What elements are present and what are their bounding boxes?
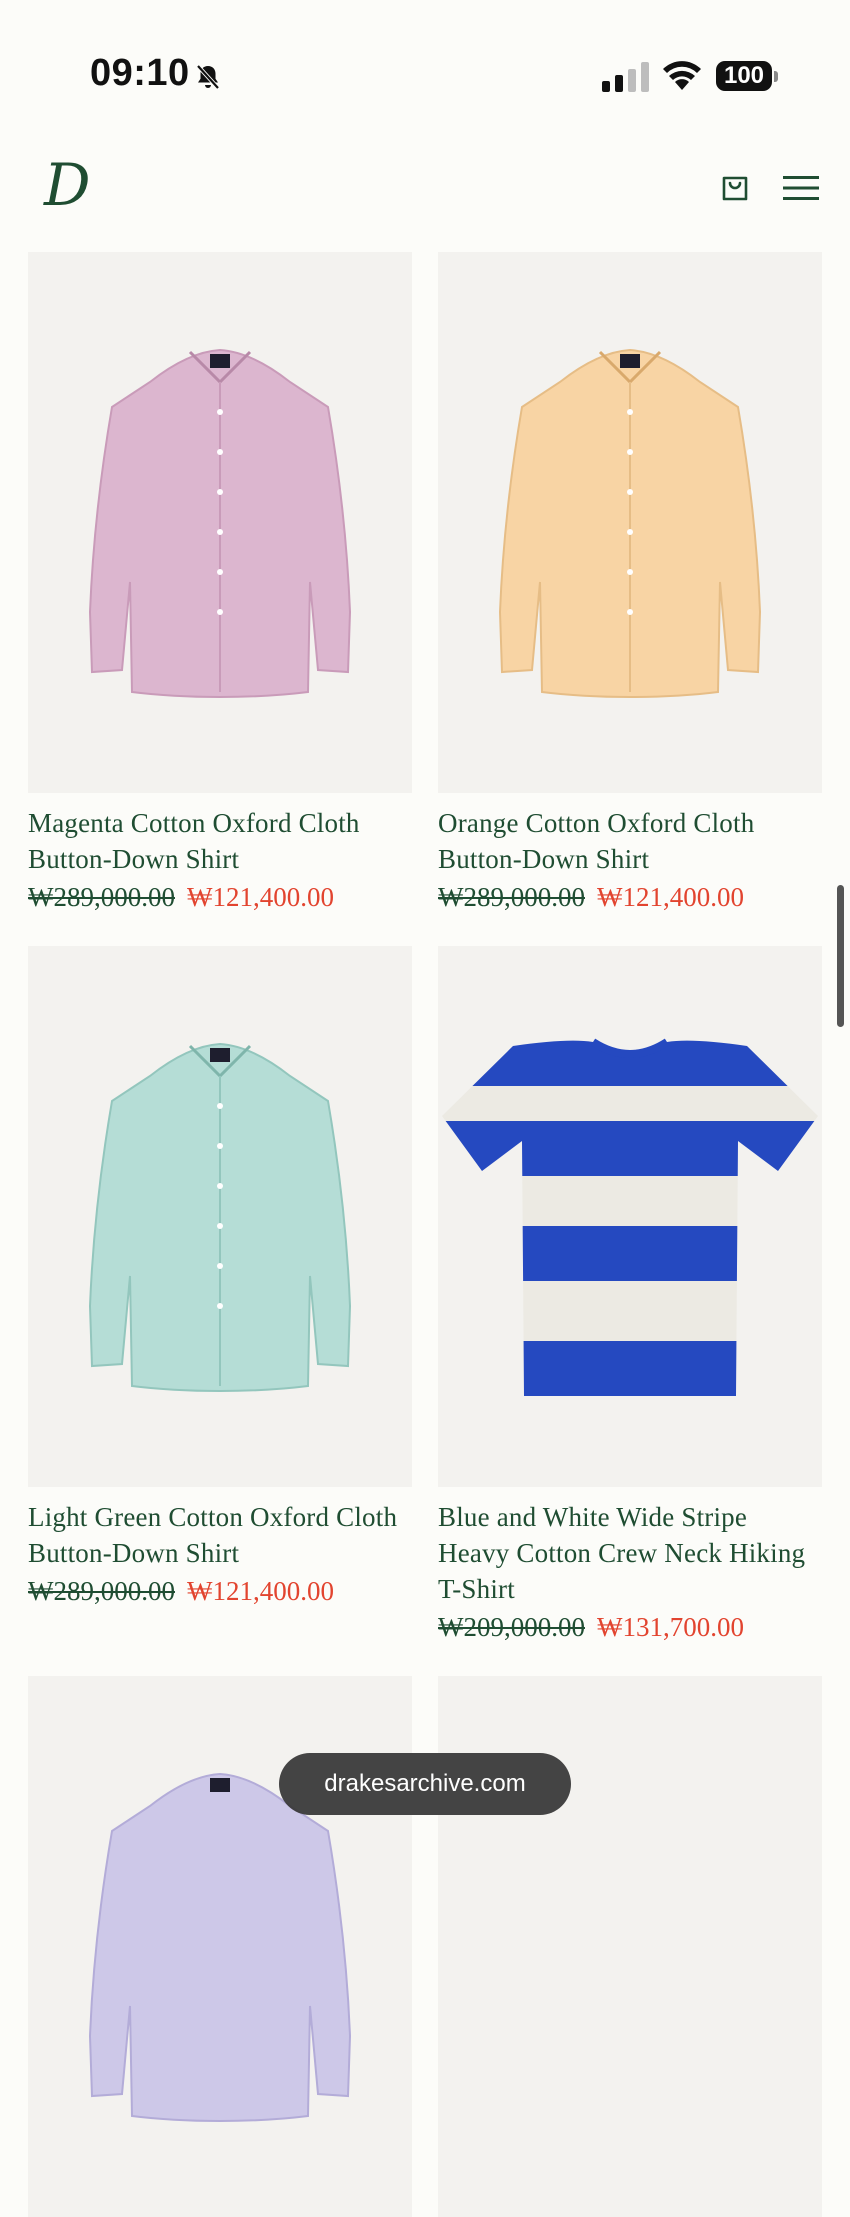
status-bar: 09:10 100 [0,0,850,110]
wifi-icon [663,61,701,90]
product-card[interactable]: Orange Cotton Oxford Cloth Button-Down S… [438,252,822,915]
original-price: ₩289,000.00 [438,882,585,912]
product-image[interactable] [28,946,412,1487]
product-name[interactable]: Magenta Cotton Oxford Cloth Button-Down … [28,805,412,877]
sale-price: ₩121,400.00 [186,882,334,912]
shopping-bag-icon[interactable] [720,173,750,203]
original-price: ₩209,000.00 [438,1612,585,1642]
cellular-signal-icon [602,62,649,92]
bell-muted-icon [196,64,220,90]
product-name[interactable]: Blue and White Wide Stripe Heavy Cotton … [438,1499,822,1607]
status-time: 09:10 [90,52,190,94]
site-logo[interactable]: D [44,155,91,215]
product-card[interactable]: Magenta Cotton Oxford Cloth Button-Down … [28,252,412,915]
product-prices: ₩289,000.00 ₩121,400.00 [438,879,822,915]
hamburger-menu-icon[interactable] [783,173,819,203]
original-price: ₩289,000.00 [28,882,175,912]
product-prices: ₩289,000.00 ₩121,400.00 [28,1573,412,1609]
sale-price: ₩121,400.00 [186,1576,334,1606]
product-prices: ₩209,000.00 ₩131,700.00 [438,1609,822,1645]
product-prices: ₩289,000.00 ₩121,400.00 [28,879,412,915]
sale-price: ₩121,400.00 [596,882,744,912]
product-image[interactable] [438,252,822,793]
product-image[interactable] [28,252,412,793]
original-price: ₩289,000.00 [28,1576,175,1606]
site-header: D [0,145,850,230]
sale-price: ₩131,700.00 [596,1612,744,1642]
scroll-indicator[interactable] [837,885,844,1027]
product-card[interactable]: Light Green Cotton Oxford Cloth Button-D… [28,946,412,1609]
product-card[interactable]: Blue and White Wide Stripe Heavy Cotton … [438,946,822,1645]
product-name[interactable]: Light Green Cotton Oxford Cloth Button-D… [28,1499,412,1571]
product-name[interactable]: Orange Cotton Oxford Cloth Button-Down S… [438,805,822,877]
battery-level: 100 [716,61,772,91]
battery-icon: 100 [716,61,780,93]
url-bar[interactable]: drakesarchive.com [279,1753,571,1815]
product-image[interactable] [438,946,822,1487]
